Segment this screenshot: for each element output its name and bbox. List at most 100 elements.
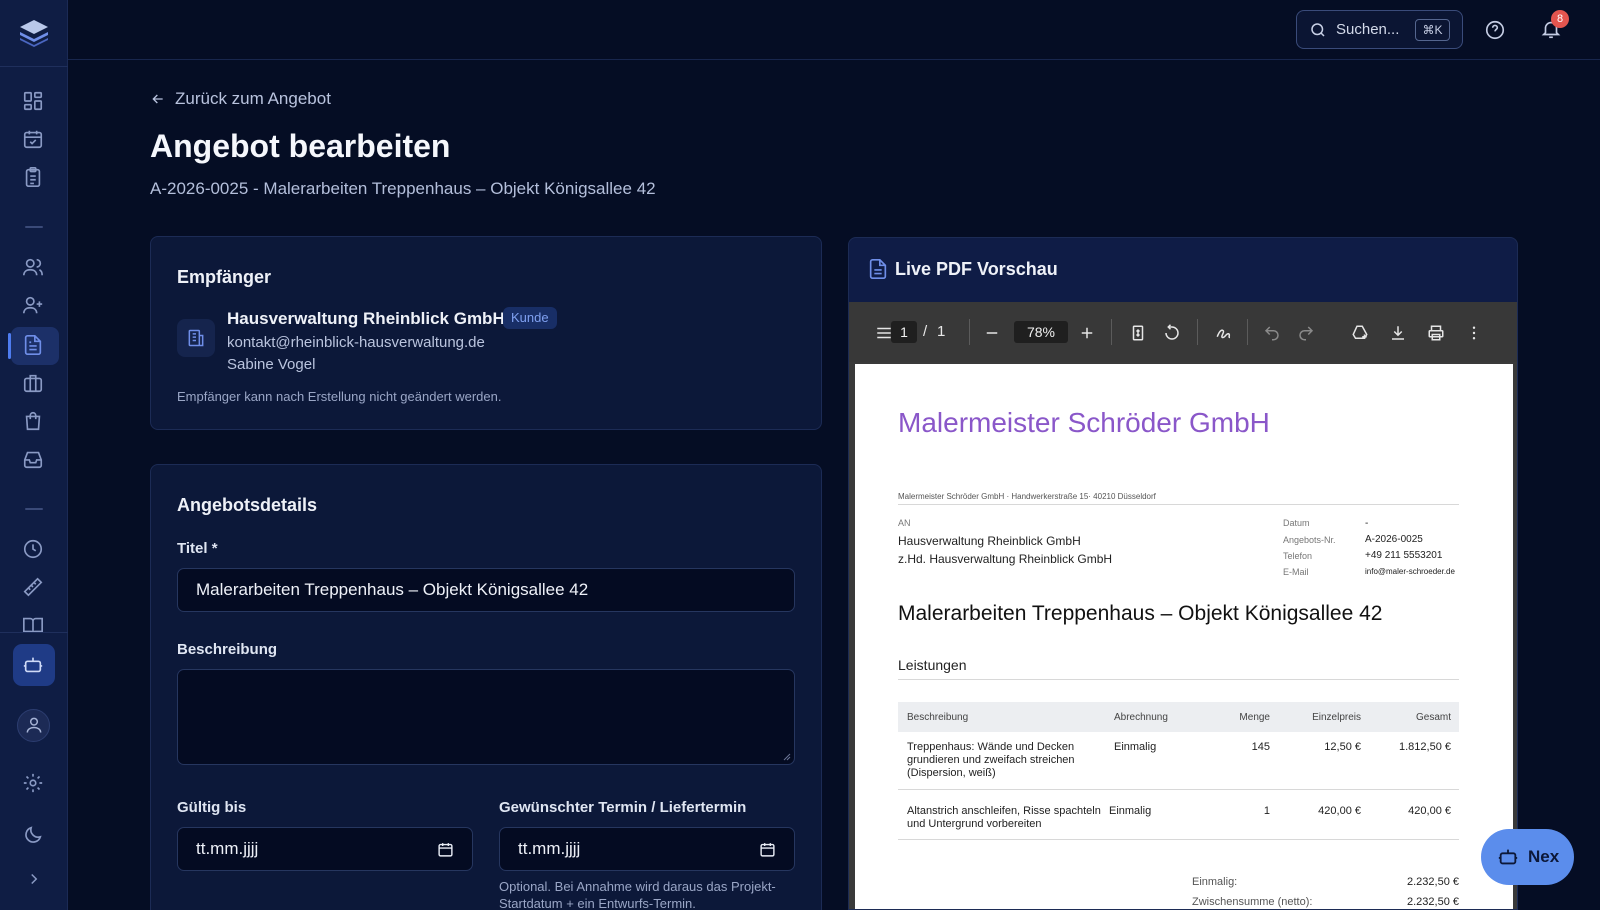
- sidebar-active-indicator: [8, 333, 11, 359]
- toolbar-divider: [1111, 319, 1112, 345]
- shopping-bag-icon[interactable]: [22, 410, 46, 434]
- pdf-row-qty: 145: [1251, 741, 1270, 753]
- dashboard-icon[interactable]: [22, 90, 46, 114]
- print-icon[interactable]: [1427, 324, 1445, 342]
- pdf-row-qty: 1: [1263, 805, 1270, 817]
- page-title: Angebot bearbeiten: [150, 128, 451, 164]
- user-icon[interactable]: [24, 715, 44, 735]
- customer-badge: Kunde: [503, 307, 557, 329]
- description-label: Beschreibung: [177, 641, 278, 658]
- add-to-drive-icon[interactable]: [1351, 324, 1369, 342]
- moon-icon[interactable]: [22, 824, 46, 848]
- pdf-table-header: Beschreibung Abrechnung Menge Einzelprei…: [898, 702, 1459, 732]
- zoom-out-icon[interactable]: [983, 324, 1001, 342]
- fit-page-icon[interactable]: [1129, 324, 1147, 342]
- calendar-icon[interactable]: [437, 841, 454, 858]
- nex-assistant-button[interactable]: Nex: [1481, 829, 1574, 885]
- zoom-level[interactable]: 78%: [1014, 321, 1068, 343]
- pdf-col-header: Abrechnung: [1114, 712, 1168, 723]
- details-heading: Angebotsdetails: [177, 495, 318, 515]
- file-text-icon[interactable]: [22, 334, 46, 358]
- recipient-email: kontakt@rheinblick-hausverwaltung.de: [227, 334, 485, 351]
- description-textarea[interactable]: [177, 669, 795, 765]
- valid-until-label: Gültig bis: [177, 799, 247, 816]
- bot-icon[interactable]: [22, 654, 46, 678]
- pdf-subtotal-value: 2.232,50 €: [1407, 896, 1459, 908]
- delivery-date-input[interactable]: tt.mm.jjjj: [499, 827, 795, 871]
- pdf-preview-heading: Live PDF Vorschau: [895, 259, 1058, 279]
- help-icon[interactable]: [1484, 19, 1506, 41]
- pdf-document-title: Malerarbeiten Treppenhaus – Objekt König…: [898, 602, 1383, 625]
- more-vertical-icon[interactable]: [1465, 324, 1483, 342]
- recipient-note: Empfänger kann nach Erstellung nicht geä…: [177, 389, 502, 404]
- search-button[interactable]: Suchen... ⌘K: [1296, 10, 1463, 49]
- valid-until-date-input[interactable]: tt.mm.jjjj: [177, 827, 473, 871]
- pdf-row-unit: 12,50 €: [1324, 741, 1361, 753]
- pdf-toolbar: 1 / 1 78%: [849, 302, 1517, 362]
- pdf-sum-once-value: 2.232,50 €: [1407, 876, 1459, 888]
- pdf-an-label: AN: [898, 518, 911, 528]
- calendar-icon[interactable]: [759, 841, 776, 858]
- pdf-col-header: Gesamt: [1415, 712, 1451, 723]
- pdf-meta-label: Angebots-Nr.: [1283, 535, 1336, 545]
- pdf-col-header: Menge: [1239, 712, 1270, 723]
- chevron-right-icon[interactable]: [25, 870, 43, 888]
- title-input[interactable]: Malerarbeiten Treppenhaus – Objekt König…: [177, 568, 795, 612]
- recipient-card: Empfänger Hausverwaltung Rheinblick GmbH…: [150, 236, 822, 430]
- offer-details-card: Angebotsdetails Titel * Malerarbeiten Tr…: [150, 464, 822, 910]
- app-logo-icon[interactable]: [17, 16, 51, 50]
- delivery-hint-2: Startdatum + ein Entwurfs-Termin.: [499, 896, 696, 910]
- recipient-heading: Empfänger: [177, 267, 272, 287]
- pdf-section-title: Leistungen: [898, 657, 967, 673]
- page-number-input[interactable]: 1: [891, 321, 917, 343]
- user-plus-icon[interactable]: [22, 294, 46, 318]
- delivery-date-label: Gewünschter Termin / Liefertermin: [499, 799, 747, 816]
- clock-icon[interactable]: [22, 538, 46, 562]
- toolbar-divider: [1247, 319, 1248, 345]
- bot-icon: [1497, 846, 1519, 868]
- users-icon[interactable]: [22, 256, 46, 280]
- rotate-icon[interactable]: [1163, 324, 1181, 342]
- pdf-recipient-attn: z.Hd. Hausverwaltung Rheinblick GmbH: [898, 552, 1113, 566]
- book-open-icon[interactable]: [22, 614, 46, 632]
- pdf-row-desc: und Untergrund vorbereiten: [907, 818, 1042, 830]
- pdf-viewer[interactable]: Malermeister Schröder GmbH Malermeister …: [849, 362, 1517, 909]
- calendar-check-icon[interactable]: [22, 128, 46, 152]
- pdf-row-desc: Treppenhaus: Wände und Decken: [907, 741, 1075, 753]
- pdf-page: Malermeister Schröder GmbH Malermeister …: [855, 364, 1513, 909]
- pdf-meta-value: info@maler-schroeder.de: [1365, 567, 1455, 576]
- pdf-sender-line: Malermeister Schröder GmbH · Handwerkers…: [898, 492, 1156, 501]
- pdf-divider: [898, 504, 1459, 505]
- redo-icon[interactable]: [1297, 324, 1315, 342]
- undo-icon[interactable]: [1263, 324, 1281, 342]
- pdf-meta-value: -: [1365, 518, 1369, 529]
- pdf-divider: [898, 679, 1459, 680]
- pdf-row-total: 1.812,50 €: [1399, 741, 1451, 753]
- pdf-row-unit: 420,00 €: [1318, 805, 1361, 817]
- search-shortcut: ⌘K: [1415, 19, 1450, 41]
- briefcase-icon[interactable]: [22, 372, 46, 396]
- arrow-left-icon: [150, 91, 166, 107]
- delivery-placeholder: tt.mm.jjjj: [518, 839, 581, 858]
- pdf-meta-label: Telefon: [1283, 551, 1313, 561]
- pdf-sum-once-label: Einmalig:: [1192, 876, 1238, 888]
- toolbar-divider: [1197, 319, 1198, 345]
- resize-handle-icon[interactable]: [783, 753, 791, 761]
- draw-icon[interactable]: [1215, 324, 1233, 342]
- zoom-in-icon[interactable]: [1078, 324, 1096, 342]
- building-icon: [188, 329, 204, 347]
- inbox-icon[interactable]: [22, 448, 46, 472]
- page-subtitle: A-2026-0025 - Malerarbeiten Treppenhaus …: [150, 179, 656, 198]
- download-icon[interactable]: [1389, 324, 1407, 342]
- delivery-hint-1: Optional. Bei Annahme wird daraus das Pr…: [499, 879, 776, 894]
- pdf-row-desc: Altanstrich anschleifen, Risse spachteln: [907, 805, 1101, 817]
- gear-icon[interactable]: [22, 772, 46, 796]
- title-label: Titel *: [177, 540, 218, 557]
- pdf-recipient-name: Hausverwaltung Rheinblick GmbH: [898, 534, 1081, 548]
- pdf-row-billing: Einmalig: [1109, 805, 1152, 817]
- pdf-row-desc: grundieren und zweifach streichen: [907, 754, 1075, 766]
- search-icon: [1309, 21, 1327, 39]
- clipboard-list-icon[interactable]: [22, 166, 46, 190]
- pdf-preview-card: Live PDF Vorschau 1 / 1 78% Malermeister…: [848, 237, 1518, 910]
- ruler-icon[interactable]: [22, 576, 46, 600]
